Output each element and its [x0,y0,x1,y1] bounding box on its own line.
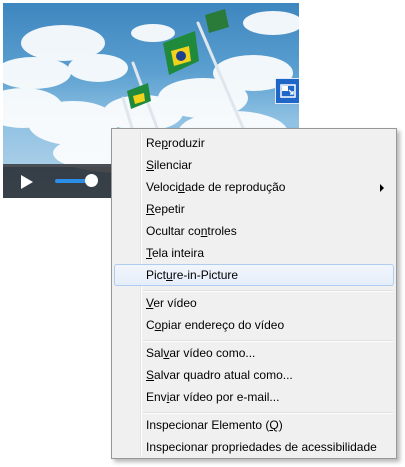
menu-item-save-video[interactable]: Salvar vídeo como... [114,342,394,364]
menu-item-label: Enviar vídeo por e-mail... [146,390,280,404]
menu-item-label: Velocidade de reprodução [146,180,286,194]
menu-item-copy-video-address[interactable]: Copiar endereço do vídeo [114,314,394,336]
menu-item-mute[interactable]: Silenciar [114,154,394,176]
menu-item-fullscreen[interactable]: Tela inteira [114,242,394,264]
menu-item-label: Inspecionar propriedades de acessibilida… [146,440,377,454]
menu-item-label: Salvar vídeo como... [146,346,256,360]
screen: Reproduzir Silenciar Velocidade de repro… [0,0,405,467]
play-icon[interactable] [17,173,35,191]
menu-item-label: Reproduzir [146,136,205,150]
menu-item-save-frame[interactable]: Salvar quadro atual como... [114,364,394,386]
menu-item-label: Copiar endereço do vídeo [146,318,285,332]
menu-item-label: Picture-in-Picture [146,268,239,282]
menu-item-label: Repetir [146,202,185,216]
menu-item-label: Salvar quadro atual como... [146,368,293,382]
menu-item-label: Ver vídeo [146,296,197,310]
menu-item-playback-speed[interactable]: Velocidade de reprodução [114,176,394,198]
submenu-arrow-icon [380,184,384,192]
menu-item-inspect-accessibility[interactable]: Inspecionar propriedades de acessibilida… [114,436,394,458]
volume-slider-handle[interactable] [85,174,98,187]
menu-item-label: Ocultar controles [146,224,237,238]
picture-in-picture-icon [280,84,296,98]
menu-item-view-video[interactable]: Ver vídeo [114,292,394,314]
menu-item-label: Tela inteira [146,246,205,260]
menu-item-hide-controls[interactable]: Ocultar controles [114,220,394,242]
picture-in-picture-button[interactable] [275,78,299,104]
context-menu: Reproduzir Silenciar Velocidade de repro… [111,128,397,459]
menu-item-inspect-element[interactable]: Inspecionar Elemento (Q) [114,414,394,436]
menu-item-picture-in-picture[interactable]: Picture-in-Picture [114,264,394,286]
menu-item-label: Inspecionar Elemento (Q) [146,418,283,432]
menu-item-loop[interactable]: Repetir [114,198,394,220]
menu-item-label: Silenciar [146,158,193,172]
menu-item-email-video[interactable]: Enviar vídeo por e-mail... [114,386,394,408]
menu-item-play[interactable]: Reproduzir [114,132,394,154]
